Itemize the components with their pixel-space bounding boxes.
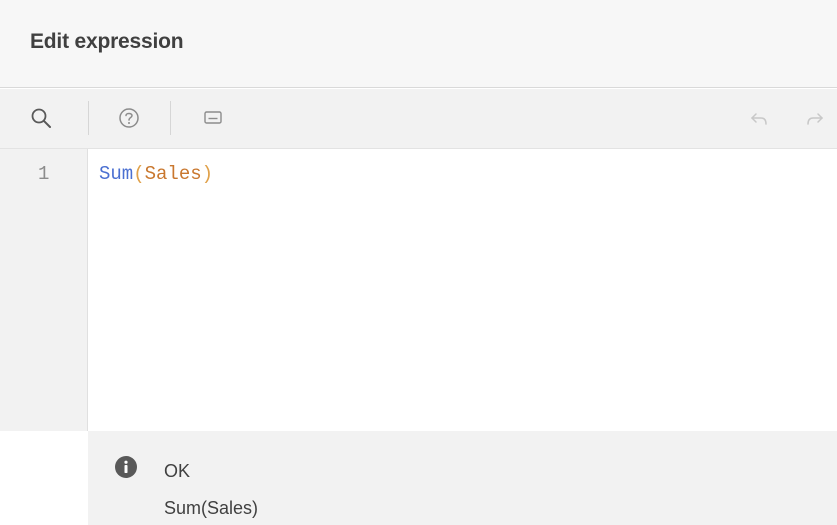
expression-editor[interactable]: 1 Sum(Sales) [0,149,837,431]
function-token: Sum [99,163,134,185]
search-button[interactable] [24,101,58,135]
line-number: 1 [38,163,50,185]
validation-panel: OK Sum(Sales) [88,431,837,525]
help-icon [119,108,139,128]
redo-button[interactable] [800,101,830,135]
field-token: Sales [144,163,202,185]
comment-button[interactable] [196,101,230,135]
dialog-title: Edit expression [30,30,184,53]
paren-token: ( [133,163,145,185]
status-expression: Sum(Sales) [164,498,259,518]
toolbar-separator [88,101,89,135]
redo-icon [807,113,824,125]
help-button[interactable] [112,101,146,135]
toolbar-separator [170,101,171,135]
undo-button[interactable] [742,101,776,135]
paren-token: ) [201,163,214,185]
line-number-gutter: 1 [0,149,88,431]
dialog-header: Edit expression [0,0,837,88]
editor-toolbar [0,89,837,149]
search-icon [31,108,51,128]
status-text: OK [164,461,191,481]
comment-icon [204,111,222,124]
code-line[interactable]: Sum(Sales) [99,163,213,185]
undo-icon [750,113,767,125]
info-icon [115,456,137,478]
